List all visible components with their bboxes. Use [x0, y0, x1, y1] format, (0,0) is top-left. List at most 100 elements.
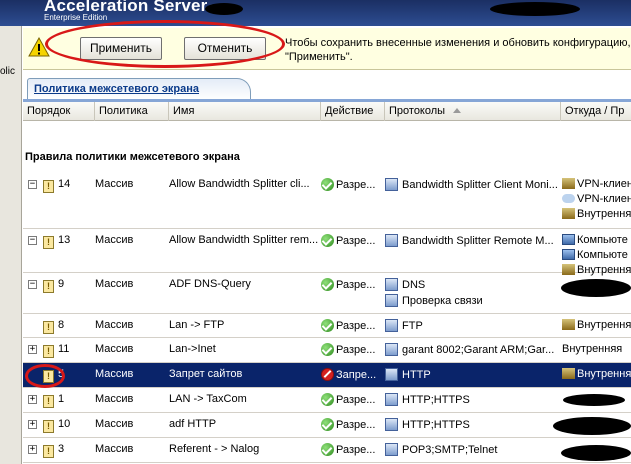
- config-message-line1: Чтобы сохранить внесенные изменения и об…: [285, 37, 631, 49]
- from-item: Компьюте: [562, 234, 631, 249]
- rule-policy: Массив: [95, 368, 134, 380]
- rule-protocols: HTTP;HTTPS: [385, 418, 561, 434]
- from-label: Внутренняя: [577, 368, 631, 380]
- rule-order-value: 10: [58, 418, 71, 430]
- rule-name: Lan -> FTP: [169, 319, 225, 331]
- column-order[interactable]: Порядок: [23, 102, 95, 121]
- rule-order: ! 13: [43, 234, 93, 249]
- column-from[interactable]: Откуда / Пр: [561, 102, 631, 121]
- sort-ascending-icon: [453, 108, 462, 113]
- column-policy[interactable]: Политика: [95, 102, 169, 121]
- rule-row[interactable]: +! 11 Массив Lan->Inet Разре... garant 8002;G…: [23, 338, 631, 363]
- rule-action: Разре...: [321, 443, 383, 456]
- rule-row[interactable]: +! 1 Массив LAN -> TaxCom Разре... HTTP;HTTPS: [23, 388, 631, 413]
- protocol-item: HTTP;HTTPS: [385, 393, 561, 409]
- rule-name: Allow Bandwidth Splitter cli...: [169, 178, 310, 190]
- rule-action-label: Разре...: [336, 235, 376, 247]
- protocol-icon: [385, 393, 398, 406]
- left-panel: olic: [0, 26, 22, 464]
- rule-from: VPN-клиен VPN-клиен Внутренняя: [562, 178, 631, 223]
- protocol-icon: [385, 418, 398, 431]
- protocol-icon: [385, 294, 398, 307]
- from-label: Компьюте: [577, 234, 628, 246]
- from-item: Внутренняя: [562, 208, 631, 223]
- protocol-icon: [385, 278, 398, 291]
- expand-icon[interactable]: +: [28, 395, 37, 404]
- rule-action: Разре...: [321, 178, 383, 191]
- left-panel-text: olic: [0, 66, 16, 77]
- redaction-blot: [490, 2, 580, 16]
- allow-icon: [321, 418, 334, 431]
- rule-row[interactable]: −! 14 Массив Allow Bandwidth Splitter cli..…: [23, 173, 631, 229]
- column-from-label: Откуда / Пр: [565, 105, 625, 117]
- rule-row[interactable]: +! 3 Массив Referent - > Nalog Разре... POP3;…: [23, 438, 631, 463]
- rule-from: Внутренняя: [562, 368, 631, 383]
- rule-row[interactable]: −! 13 Массив Allow Bandwidth Splitter rem..…: [23, 229, 631, 276]
- protocol-label: DNS: [402, 279, 426, 291]
- protocol-icon: [385, 343, 398, 356]
- rule-icon: !: [43, 180, 54, 193]
- rule-order-value: 9: [58, 278, 65, 290]
- product-banner: Acceleration Server2006 Enterprise Editi…: [0, 0, 631, 26]
- from-label: Внутренняя: [577, 208, 631, 220]
- rule-icon: !: [43, 321, 54, 334]
- rule-name: Запрет сайтов: [169, 368, 243, 380]
- expand-icon[interactable]: +: [28, 345, 37, 354]
- allow-icon: [321, 278, 334, 291]
- rule-action-label: Разре...: [336, 444, 376, 456]
- protocol-item: POP3;SMTP;Telnet: [385, 443, 561, 459]
- rule-order: ! 1: [43, 393, 93, 408]
- rule-order: ! 3: [43, 443, 93, 458]
- rule-order-value: 1: [58, 393, 65, 405]
- protocol-label: POP3;SMTP;Telnet: [402, 444, 498, 456]
- protocol-label: FTP: [402, 320, 423, 332]
- rule-action: Разре...: [321, 393, 383, 406]
- collapse-icon[interactable]: −: [28, 180, 37, 189]
- rule-action: Запре...: [321, 368, 383, 381]
- rule-row[interactable]: ! 5 Массив Запрет сайтов Запре... HTTP Внутрен…: [23, 363, 631, 388]
- from-item: Внутренняя: [562, 343, 631, 358]
- protocol-label: garant 8002;Garant ARM;Gar...: [402, 344, 555, 356]
- expand-icon[interactable]: +: [28, 445, 37, 454]
- rule-name: LAN -> TaxCom: [169, 393, 247, 405]
- network-icon: [562, 178, 575, 189]
- rule-protocols: Bandwidth Splitter Remote M...: [385, 234, 561, 250]
- rule-action: Разре...: [321, 418, 383, 431]
- rule-protocols: garant 8002;Garant ARM;Gar...: [385, 343, 561, 359]
- rule-protocols: HTTP;HTTPS: [385, 393, 561, 409]
- rule-icon: !: [43, 395, 54, 408]
- network-icon: [562, 368, 575, 379]
- tab-firewall-policy[interactable]: Политика межсетевого экрана: [27, 78, 251, 100]
- protocol-item: DNS: [385, 278, 561, 294]
- protocol-item: HTTP;HTTPS: [385, 418, 561, 434]
- column-protocols-label: Протоколы: [389, 105, 446, 117]
- column-protocols[interactable]: Протоколы: [385, 102, 561, 121]
- product-edition: Enterprise Edition: [44, 13, 108, 22]
- rule-order-value: 8: [58, 319, 65, 331]
- expand-icon[interactable]: +: [28, 420, 37, 429]
- collapse-icon[interactable]: −: [28, 236, 37, 245]
- rule-row[interactable]: +! 10 Массив adf HTTP Разре... HTTP;HTTPS: [23, 413, 631, 438]
- rule-name: ADF DNS-Query: [169, 278, 251, 290]
- red-highlight-ellipse: [25, 364, 65, 388]
- protocol-icon: [385, 368, 398, 381]
- rule-policy: Массив: [95, 278, 134, 290]
- allow-icon: [321, 319, 334, 332]
- column-action-label: Действие: [325, 105, 374, 117]
- from-label: Внутренняя: [562, 343, 623, 355]
- rule-action-label: Разре...: [336, 344, 376, 356]
- rule-policy: Массив: [95, 393, 134, 405]
- column-name-label: Имя: [173, 105, 195, 117]
- protocol-icon: [385, 443, 398, 456]
- column-action[interactable]: Действие: [321, 102, 385, 121]
- from-item: VPN-клиен: [562, 193, 631, 208]
- collapse-icon[interactable]: −: [28, 280, 37, 289]
- rule-row[interactable]: !8МассивLan -> FTPРазре...FTPВнутренняя: [23, 314, 631, 338]
- column-name[interactable]: Имя: [169, 102, 321, 121]
- rule-protocols: POP3;SMTP;Telnet: [385, 443, 561, 459]
- config-message-line2: "Применить".: [285, 51, 353, 63]
- protocol-label: Проверка связи: [402, 295, 483, 307]
- protocol-icon: [385, 234, 398, 247]
- rule-policy: Массив: [95, 234, 134, 246]
- rule-row[interactable]: −! 9 Массив ADF DNS-Query Разре... DNS Проверк…: [23, 273, 631, 314]
